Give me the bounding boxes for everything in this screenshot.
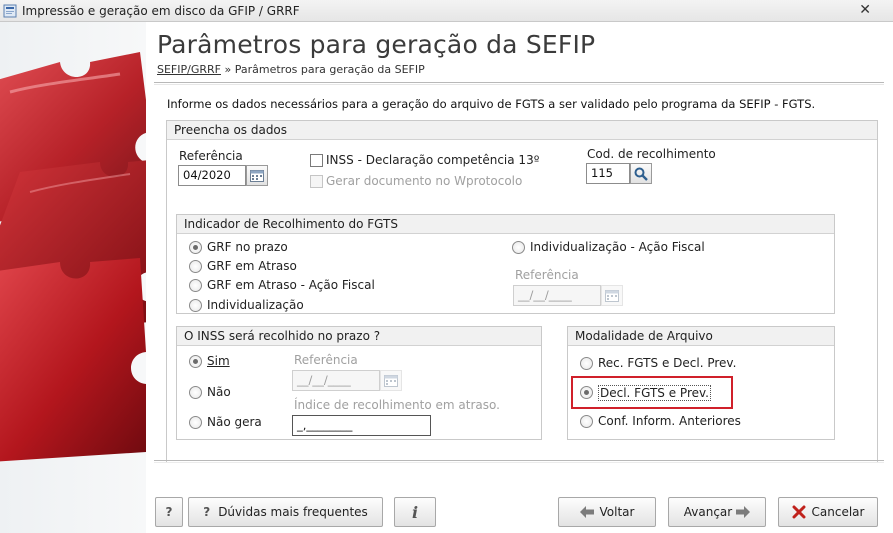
calendar-button-disabled[interactable] [601,285,623,306]
wprotocolo-label: Gerar documento no Wprotocolo [326,174,523,188]
search-icon [634,167,648,181]
arrow-right-icon [736,506,751,518]
referencia-label: Referência [179,149,243,163]
modalidade-legend: Modalidade de Arquivo [568,327,834,346]
inss-referencia-label: Referência [294,353,358,367]
radio-inss-sim[interactable] [189,355,202,368]
cancelar-button-label: Cancelar [811,505,865,519]
radio-individualizacao-fiscal-label: Individualização - Ação Fiscal [530,240,705,254]
radio-inss-nao-label: Não [207,385,231,399]
radio-grf-prazo[interactable] [189,241,202,254]
window-titlebar: Impressão e geração em disco da GFIP / G… [0,0,893,22]
radio-conf-inform[interactable] [580,415,593,428]
cancelar-button[interactable]: Cancelar [778,497,878,527]
radio-grf-atraso-label: GRF em Atraso [207,259,297,273]
highlight-annotation [571,376,733,409]
indicador-legend: Indicador de Recolhimento do FGTS [177,215,834,234]
breadcrumb-link-sefip[interactable]: SEFIP/GRRF [157,63,221,76]
referencia-input[interactable]: 04/2020 [178,165,246,186]
window-title: Impressão e geração em disco da GFIP / G… [22,3,300,18]
inss-legend: O INSS será recolhido no prazo ? [177,327,541,346]
dados-legend: Preencha os dados [167,121,877,140]
calendar-icon [250,170,264,182]
divider [154,84,884,85]
app-icon [3,4,17,17]
search-button[interactable] [630,163,652,184]
cod-recolhimento-input[interactable]: 115 [586,163,630,184]
radio-conf-inform-label: Conf. Inform. Anteriores [598,414,741,428]
calendar-icon [605,290,619,302]
radio-inss-sim-label: Sim [207,354,230,368]
puzzle-artwork [0,22,146,533]
help-icon: ? [203,505,211,519]
voltar-button[interactable]: Voltar [558,497,656,527]
puzzle-pieces-image [0,52,146,462]
calendar-button[interactable] [246,165,268,186]
faq-button[interactable]: ? Dúvidas mais frequentes [188,497,383,527]
indicador-referencia-input[interactable]: __/__/____ [513,285,601,306]
help-icon: ? [165,505,173,519]
breadcrumb: SEFIP/GRRF » Parâmetros para geração da … [157,63,425,76]
wprotocolo-checkbox[interactable] [310,175,323,188]
radio-individualizacao-label: Individualização [207,298,304,312]
radio-rec-fgts[interactable] [580,357,593,370]
radio-grf-atraso-fiscal-label: GRF em Atraso - Ação Fiscal [207,278,375,292]
divider [154,460,884,461]
avancar-button-label: Avançar [683,505,733,519]
indicador-referencia-label: Referência [515,268,579,282]
help-button[interactable]: ? [155,497,183,527]
radio-inss-nao[interactable] [189,386,202,399]
indice-atraso-input[interactable]: _,________ [292,415,431,436]
inss13-checkbox[interactable] [310,154,323,167]
voltar-button-label: Voltar [599,505,635,519]
radio-grf-prazo-label: GRF no prazo [207,240,288,254]
cod-recolhimento-label: Cod. de recolhimento [587,147,716,161]
inss-referencia-input[interactable]: __/__/____ [292,370,380,391]
breadcrumb-separator: » [224,63,232,76]
divider [154,462,884,463]
page-title: Parâmetros para geração da SEFIP [157,30,596,59]
intro-text: Informe os dados necessários para a gera… [167,97,816,111]
divider [154,82,884,83]
cancel-x-icon [792,505,806,519]
radio-individualizacao[interactable] [189,299,202,312]
radio-inss-naogera[interactable] [189,416,202,429]
radio-inss-naogera-label: Não gera [207,415,262,429]
radio-grf-atraso-fiscal[interactable] [189,279,202,292]
info-icon: i [411,502,419,522]
info-button[interactable]: i [394,497,436,527]
breadcrumb-current: Parâmetros para geração da SEFIP [234,63,425,76]
inss13-label: INSS - Declaração competência 13º [326,153,540,167]
calendar-icon [384,375,398,387]
faq-button-label: Dúvidas mais frequentes [218,505,368,519]
main-content: Parâmetros para geração da SEFIP SEFIP/G… [146,22,893,533]
avancar-button[interactable]: Avançar [668,497,766,527]
close-icon[interactable]: ✕ [859,2,871,18]
radio-individualizacao-fiscal[interactable] [512,241,525,254]
indice-atraso-label: Índice de recolhimento em atraso. [294,398,500,412]
arrow-left-icon [579,506,594,518]
calendar-button-disabled[interactable] [380,370,402,391]
radio-grf-atraso[interactable] [189,260,202,273]
radio-rec-fgts-label: Rec. FGTS e Decl. Prev. [598,356,737,370]
